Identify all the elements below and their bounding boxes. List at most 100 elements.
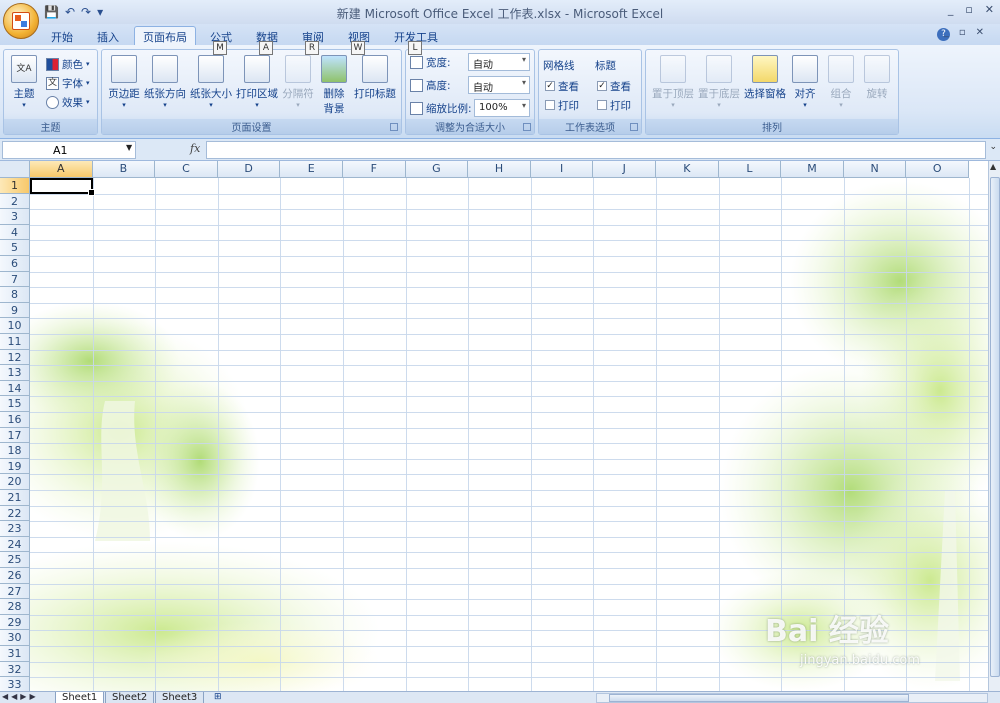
send-to-back-button[interactable]: 置于底层 ▾ (696, 55, 742, 109)
scale-launcher-icon[interactable] (523, 123, 531, 131)
office-button[interactable] (3, 3, 39, 39)
row-header-32[interactable]: 32 (0, 661, 30, 678)
size-button[interactable]: 纸张大小 ▾ (188, 55, 234, 109)
formula-input[interactable] (206, 141, 986, 159)
sheet-tab-1[interactable]: Sheet1 (55, 692, 105, 703)
undo-icon[interactable]: ↶ (65, 5, 75, 19)
orientation-button[interactable]: 纸张方向 ▾ (142, 55, 188, 109)
row-header-14[interactable]: 14 (0, 380, 30, 397)
themes-button[interactable]: 文A 主题 ▾ (10, 55, 38, 109)
tab-home[interactable]: 开始 (51, 27, 73, 46)
row-header-26[interactable]: 26 (0, 568, 30, 584)
row-header-4[interactable]: 4 (0, 224, 30, 241)
column-header-k[interactable]: K (656, 161, 719, 178)
row-header-11[interactable]: 11 (0, 334, 30, 350)
headings-view-checkbox[interactable]: ✓ 查看 (597, 78, 631, 94)
workbook-controls[interactable]: _▫✕ (944, 27, 994, 38)
save-icon[interactable]: 💾 (44, 5, 59, 19)
effects-button[interactable]: 效果 ▾ (46, 94, 90, 110)
tab-insert[interactable]: 插入 (97, 27, 119, 46)
height-combo[interactable]: 自动 (468, 76, 530, 94)
column-header-e[interactable]: E (280, 161, 343, 178)
column-header-m[interactable]: M (781, 161, 844, 178)
row-header-13[interactable]: 13 (0, 365, 30, 381)
margins-button[interactable]: 页边距 ▾ (106, 55, 142, 109)
sheet-tab-3[interactable]: Sheet3 (155, 692, 205, 703)
horizontal-scroll-thumb[interactable] (609, 694, 909, 702)
column-header-l[interactable]: L (718, 161, 782, 178)
sheet-nav-icons[interactable]: ◀◀▶▶ (2, 692, 39, 701)
row-header-7[interactable]: 7 (0, 271, 30, 288)
insert-function-button[interactable]: fx (140, 141, 206, 159)
column-header-j[interactable]: J (593, 161, 656, 178)
row-header-3[interactable]: 3 (0, 209, 30, 225)
row-header-28[interactable]: 28 (0, 599, 30, 615)
row-header-8[interactable]: 8 (0, 287, 30, 303)
column-header-c[interactable]: C (155, 161, 218, 178)
row-header-5[interactable]: 5 (0, 240, 30, 256)
row-header-1[interactable]: 1 (0, 178, 30, 194)
group-button[interactable]: 组合 ▾ (824, 55, 858, 109)
sheet-options-launcher-icon[interactable] (630, 123, 638, 131)
row-header-24[interactable]: 24 (0, 536, 30, 553)
column-header-a[interactable]: A (30, 161, 93, 178)
row-header-18[interactable]: 18 (0, 443, 30, 459)
row-header-27[interactable]: 27 (0, 583, 30, 600)
row-header-22[interactable]: 22 (0, 505, 30, 522)
column-header-b[interactable]: B (92, 161, 156, 178)
page-setup-launcher-icon[interactable] (390, 123, 398, 131)
name-box[interactable]: A1 (2, 141, 136, 159)
width-combo[interactable]: 自动 (468, 53, 530, 71)
customize-qat-icon[interactable]: ▾ (97, 5, 103, 19)
row-header-15[interactable]: 15 (0, 396, 30, 412)
row-header-30[interactable]: 30 (0, 630, 30, 646)
colors-button[interactable]: 颜色 ▾ (46, 56, 90, 72)
row-header-16[interactable]: 16 (0, 412, 30, 428)
expand-formula-bar-icon[interactable]: ⌄ (989, 142, 997, 152)
row-header-12[interactable]: 12 (0, 349, 30, 366)
row-header-31[interactable]: 31 (0, 646, 30, 662)
row-header-25[interactable]: 25 (0, 552, 30, 568)
active-cell[interactable] (30, 178, 95, 196)
print-titles-button[interactable]: 打印标题 (352, 55, 398, 101)
worksheet-grid[interactable]: ABCDEFGHIJKLMNO 1 2 3 4 5 6 7 8 9 10 11 12 13 14 15 16 1… (0, 161, 988, 691)
column-header-g[interactable]: G (405, 161, 469, 178)
vertical-scrollbar[interactable]: ▲ (988, 161, 1000, 691)
delete-background-button[interactable]: 删除 背景 (316, 55, 352, 116)
selection-pane-button[interactable]: 选择窗格 (742, 55, 788, 101)
rotate-button[interactable]: 旋转 (860, 55, 894, 101)
scale-stepper[interactable]: 100% (474, 99, 530, 117)
minimize-button[interactable]: _ (948, 3, 954, 16)
row-header-17[interactable]: 17 (0, 427, 30, 444)
redo-icon[interactable]: ↷ (81, 5, 91, 19)
row-header-6[interactable]: 6 (0, 256, 30, 272)
column-header-d[interactable]: D (217, 161, 281, 178)
column-header-n[interactable]: N (843, 161, 907, 178)
bring-to-front-button[interactable]: 置于顶层 ▾ (650, 55, 696, 109)
restore-button[interactable]: ▫ (965, 3, 972, 16)
sheet-tab-2[interactable]: Sheet2 (105, 692, 155, 703)
scroll-up-icon[interactable]: ▲ (990, 162, 996, 171)
breaks-button[interactable]: 分隔符 ▾ (280, 55, 316, 109)
column-header-f[interactable]: F (343, 161, 406, 178)
align-button[interactable]: 对齐 ▾ (788, 55, 822, 109)
gridlines-view-checkbox[interactable]: ✓ 查看 (545, 78, 579, 94)
row-header-23[interactable]: 23 (0, 521, 30, 537)
row-header-29[interactable]: 29 (0, 614, 30, 631)
close-button[interactable]: ✕ (985, 3, 994, 16)
row-header-9[interactable]: 9 (0, 302, 30, 319)
print-area-button[interactable]: 打印区域 ▾ (234, 55, 280, 109)
name-box-dropdown-icon[interactable]: ▼ (126, 143, 132, 152)
column-header-h[interactable]: H (468, 161, 531, 178)
column-header-i[interactable]: I (530, 161, 594, 178)
row-header-19[interactable]: 19 (0, 458, 30, 475)
row-header-20[interactable]: 20 (0, 474, 30, 490)
gridlines-print-checkbox[interactable]: 打印 (545, 97, 579, 113)
row-header-21[interactable]: 21 (0, 490, 30, 506)
tab-page-layout[interactable]: 页面布局 (134, 26, 196, 47)
insert-sheet-icon[interactable]: ⊞ (214, 692, 222, 702)
select-all-corner[interactable] (0, 161, 30, 178)
row-header-10[interactable]: 10 (0, 318, 30, 334)
row-header-33[interactable]: 33 (0, 677, 30, 691)
row-header-2[interactable]: 2 (0, 193, 30, 210)
